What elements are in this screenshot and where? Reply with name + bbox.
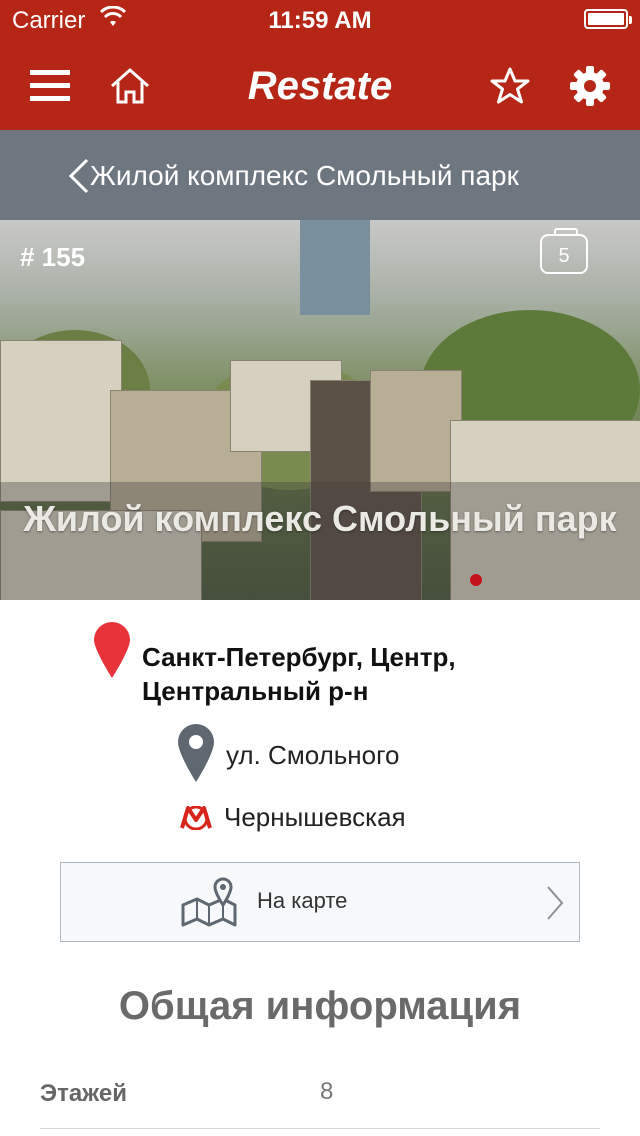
clock: 11:59 AM [268,7,372,34]
back-chevron-icon[interactable] [68,158,90,199]
metro-station: Чернышевская [224,802,406,832]
show-on-map-button[interactable]: На карте [60,862,580,942]
location-city: Санкт-Петербург, Центр, [142,642,456,672]
info-row-key: Этажей [40,1080,127,1107]
chevron-right-icon [545,885,565,926]
top-navbar: Restate [0,40,640,130]
location-pin-icon [92,620,132,685]
listing-number: # 155 [20,242,86,272]
detail-header: Жилой комплекс Смольный парк [0,130,640,220]
listing-title: Жилой комплекс Смольный парк [23,498,617,539]
address-street: ул. Смольного [226,740,400,770]
general-info-heading: Общая информация [118,984,522,1028]
header-title[interactable]: Жилой комплекс Смольный парк [90,160,519,192]
battery-icon [584,9,632,29]
cathedral-shape [300,220,370,315]
info-row: Этажей 8 [40,1072,600,1129]
status-bar: Carrier 11:59 AM [0,0,640,40]
metro-icon [180,805,212,835]
listing-photo[interactable]: # 155 5 Жилой комплекс Смольный парк [0,220,640,600]
location-region: Санкт-Петербург, Центр, Центральный р-н [142,640,456,708]
gear-icon[interactable] [562,58,618,114]
map-button-label: На карте [257,888,348,913]
location-district: Центральный р-н [142,676,369,706]
photo-count-badge[interactable]: 5 [540,228,588,274]
info-row-value: 8 [320,1078,334,1105]
page-indicator-dot [470,574,482,586]
map-icon [179,875,239,932]
star-icon[interactable] [482,58,538,114]
app-logo: Restate [247,64,393,108]
address-pin-icon [176,722,216,789]
